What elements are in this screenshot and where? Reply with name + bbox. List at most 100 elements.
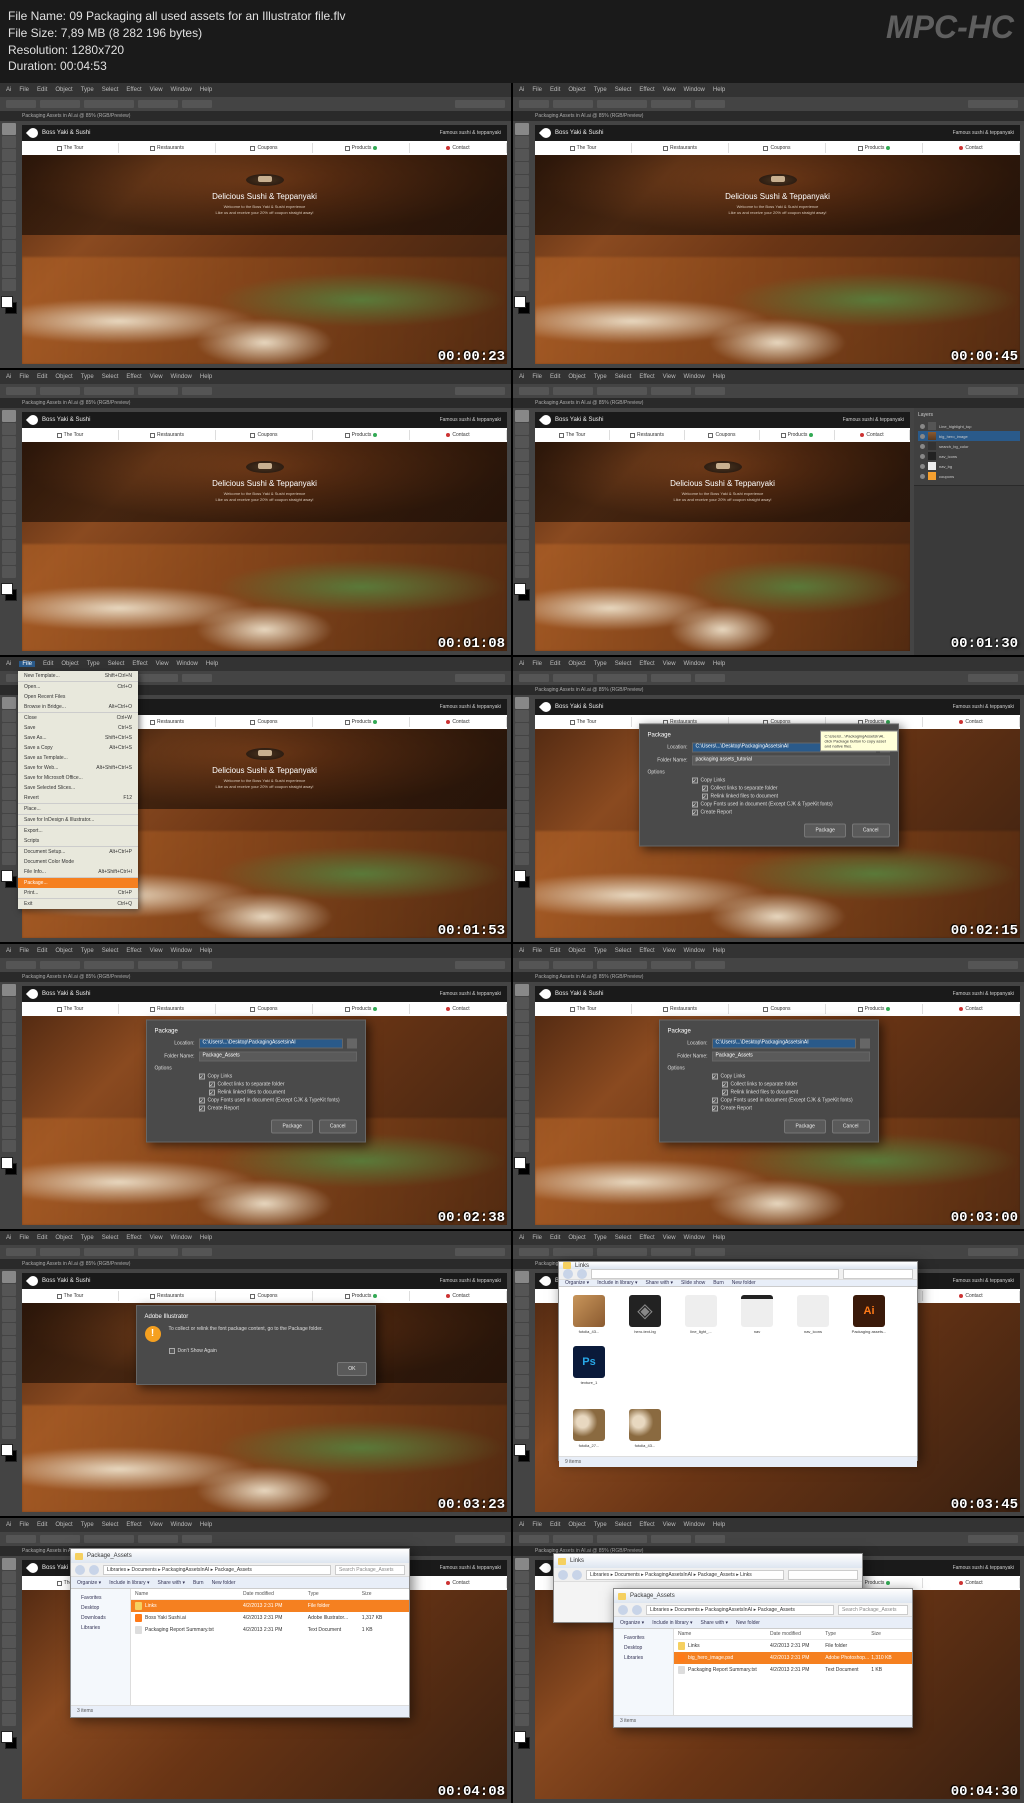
file-item[interactable]: fotolia_27... xyxy=(567,1409,611,1448)
toolbar-control[interactable] xyxy=(455,100,505,108)
canvas[interactable]: Boss Yaki & Sushi Famous sushi & teppany… xyxy=(18,121,511,368)
file-menu-item[interactable]: Save for Web...Alt+Shift+Ctrl+S xyxy=(18,763,138,773)
rotate-tool-icon[interactable] xyxy=(2,240,16,252)
checkbox[interactable] xyxy=(692,778,698,784)
explorer-search[interactable]: Search Package_Assets xyxy=(335,1565,405,1575)
gradient-tool-icon[interactable] xyxy=(2,266,16,278)
file-menu-item[interactable]: Save a CopyAlt+Ctrl+S xyxy=(18,743,138,753)
explorer-sidebar[interactable]: Favorites Desktop Downloads Libraries xyxy=(71,1589,131,1705)
forward-arrow-icon[interactable] xyxy=(89,1565,99,1575)
file-menu-item[interactable]: Package... xyxy=(18,878,138,888)
file-menu-item[interactable]: Export... xyxy=(18,826,138,836)
direct-select-tool-icon[interactable] xyxy=(2,136,16,148)
explorer-search[interactable]: Search Package_Assets xyxy=(838,1605,908,1615)
cancel-button[interactable]: Cancel xyxy=(852,824,890,838)
fill-stroke-swatch-icon[interactable] xyxy=(1,296,17,314)
file-menu-item[interactable]: Save for InDesign & Illustrator... xyxy=(18,815,138,826)
file-menu-item[interactable]: ExitCtrl+Q xyxy=(18,899,138,909)
explorer-window[interactable]: Package_Assets Libraries ▸ Documents ▸ P… xyxy=(70,1548,410,1718)
file-menu-item[interactable]: RevertF12 xyxy=(18,793,138,804)
alert-dialog[interactable]: Adobe Illustrator ! To collect or relink… xyxy=(136,1305,376,1385)
file-menu-item[interactable]: SaveCtrl+S xyxy=(18,723,138,733)
toolbar-control[interactable] xyxy=(6,100,36,108)
ok-button[interactable]: OK xyxy=(337,1362,366,1376)
eraser-tool-icon[interactable] xyxy=(2,227,16,239)
browse-icon[interactable] xyxy=(860,1038,870,1048)
folder-name-input[interactable]: packaging assets_tutorial xyxy=(692,756,890,766)
thumb-11[interactable]: AiFileEditObjectTypeSelectEffectViewWind… xyxy=(0,1518,511,1803)
file-item[interactable]: nav_icons xyxy=(791,1295,835,1334)
table-row[interactable]: Packaging Report Summary.txt4/2/2013 2:3… xyxy=(674,1664,912,1676)
forward-arrow-icon[interactable] xyxy=(577,1269,587,1279)
cancel-button[interactable]: Cancel xyxy=(319,1119,357,1133)
address-bar[interactable] xyxy=(591,1269,839,1279)
file-menu-item[interactable]: Scripts xyxy=(18,836,138,847)
document-tab[interactable]: Packaging Assets in AI.ai @ 85% (RGB/Pre… xyxy=(0,111,511,121)
back-arrow-icon[interactable] xyxy=(618,1605,628,1615)
file-menu-item[interactable]: Save for Microsoft Office... xyxy=(18,773,138,783)
cancel-button[interactable]: Cancel xyxy=(832,1119,870,1133)
table-row[interactable]: Packaging Report Summary.txt4/2/2013 2:3… xyxy=(131,1624,409,1636)
table-row[interactable]: Boss Yaki Sushi.ai4/2/2013 2:31 PMAdobe … xyxy=(131,1612,409,1624)
file-item[interactable]: fotolia_43... xyxy=(623,1409,667,1448)
file-menu-item[interactable]: CloseCtrl+W xyxy=(18,713,138,723)
table-row[interactable]: Links4/2/2013 2:31 PMFile folder xyxy=(131,1600,409,1612)
package-dialog[interactable]: Package Location:C:\Users\...\Desktop\Pa… xyxy=(146,1019,366,1142)
table-row[interactable]: big_hero_image.psd4/2/2013 2:31 PMAdobe … xyxy=(674,1652,912,1664)
file-menu-item[interactable]: File Info...Alt+Shift+Ctrl+I xyxy=(18,867,138,878)
type-tool-icon[interactable] xyxy=(2,162,16,174)
toolbar-control[interactable] xyxy=(138,100,178,108)
thumb-2[interactable]: AiFileEditObjectTypeSelectEffectViewWind… xyxy=(513,83,1024,368)
thumb-3[interactable]: AiFileEditObjectTypeSelectEffectViewWind… xyxy=(0,370,511,655)
file-item[interactable]: nav xyxy=(735,1295,779,1334)
explorer-content[interactable]: fotolia_43... ◈hero-text-bg line_light_.… xyxy=(559,1287,917,1456)
explorer-window[interactable]: Package_Assets Libraries ▸ Documents ▸ P… xyxy=(613,1588,913,1728)
browse-icon[interactable] xyxy=(347,1038,357,1048)
package-button[interactable]: Package xyxy=(804,824,845,838)
thumb-12[interactable]: AiFileEditObjectTypeSelectEffectViewWind… xyxy=(513,1518,1024,1803)
thumb-8[interactable]: AiFileEditObjectTypeSelectEffectViewWind… xyxy=(513,944,1024,1229)
thumb-6[interactable]: AiFileEditObjectTypeSelectEffectViewWind… xyxy=(513,657,1024,942)
file-menu-item[interactable]: Save as Template... xyxy=(18,753,138,763)
explorer-sidebar[interactable]: Favorites Desktop Libraries xyxy=(614,1629,674,1715)
file-menu-item[interactable]: Save Selected Slices... xyxy=(18,783,138,793)
eyedropper-tool-icon[interactable] xyxy=(2,279,16,291)
selection-tool-icon[interactable] xyxy=(2,123,16,135)
address-bar[interactable]: Libraries ▸ Documents ▸ PackagingAssetsI… xyxy=(103,1565,331,1575)
file-menu-item[interactable]: New Template...Shift+Ctrl+N xyxy=(18,671,138,682)
file-menu-item[interactable]: Place... xyxy=(18,804,138,815)
file-item[interactable]: AiPackaging assets... xyxy=(847,1295,891,1334)
pen-tool-icon[interactable] xyxy=(2,149,16,161)
tool-panel[interactable] xyxy=(0,121,18,368)
package-dialog[interactable]: Package Location:C:\Users\...\Desktop\Pa… xyxy=(639,724,899,847)
brush-tool-icon[interactable] xyxy=(2,201,16,213)
ai-menubar[interactable]: Ai File Edit Object Type Select Effect V… xyxy=(0,83,511,97)
file-menu-item[interactable]: Print...Ctrl+P xyxy=(18,888,138,899)
file-menu-dropdown[interactable]: New Template...Shift+Ctrl+NOpen...Ctrl+O… xyxy=(18,671,138,909)
back-arrow-icon[interactable] xyxy=(75,1565,85,1575)
forward-arrow-icon[interactable] xyxy=(632,1605,642,1615)
file-item[interactable]: fotolia_43... xyxy=(567,1295,611,1334)
file-item[interactable]: ◈hero-text-bg xyxy=(623,1295,667,1334)
package-dialog[interactable]: Package Location:C:\Users\...\Desktop\Pa… xyxy=(659,1019,879,1142)
ai-control-bar[interactable] xyxy=(0,97,511,111)
toolbar-control[interactable] xyxy=(40,100,80,108)
file-menu-item[interactable]: Browse in Bridge...Alt+Ctrl+O xyxy=(18,702,138,713)
address-bar[interactable]: Libraries ▸ Documents ▸ PackagingAssetsI… xyxy=(646,1605,834,1615)
dont-show-checkbox[interactable] xyxy=(169,1348,175,1354)
table-row[interactable]: Links4/2/2013 2:31 PMFile folder xyxy=(674,1640,912,1652)
explorer-search[interactable] xyxy=(843,1269,913,1279)
thumb-9[interactable]: AiFileEditObjectTypeSelectEffectViewWind… xyxy=(0,1231,511,1516)
file-menu-item[interactable]: Document Setup...Alt+Ctrl+P xyxy=(18,847,138,857)
explorer-window[interactable]: Links Organize ▾Include in library ▾Shar… xyxy=(558,1261,918,1461)
file-menu-item[interactable]: Save As...Shift+Ctrl+S xyxy=(18,733,138,743)
rect-tool-icon[interactable] xyxy=(2,188,16,200)
line-tool-icon[interactable] xyxy=(2,175,16,187)
thumb-5[interactable]: AiFileEditObjectTypeSelectEffectViewWind… xyxy=(0,657,511,942)
visibility-icon[interactable] xyxy=(920,424,925,429)
toolbar-control[interactable] xyxy=(182,100,212,108)
toolbar-control[interactable] xyxy=(84,100,134,108)
package-button[interactable]: Package xyxy=(271,1119,312,1133)
thumb-4[interactable]: AiFileEditObjectTypeSelectEffectViewWind… xyxy=(513,370,1024,655)
layers-panel[interactable]: Layers Line_highlight_top big_hero_image… xyxy=(914,408,1024,655)
